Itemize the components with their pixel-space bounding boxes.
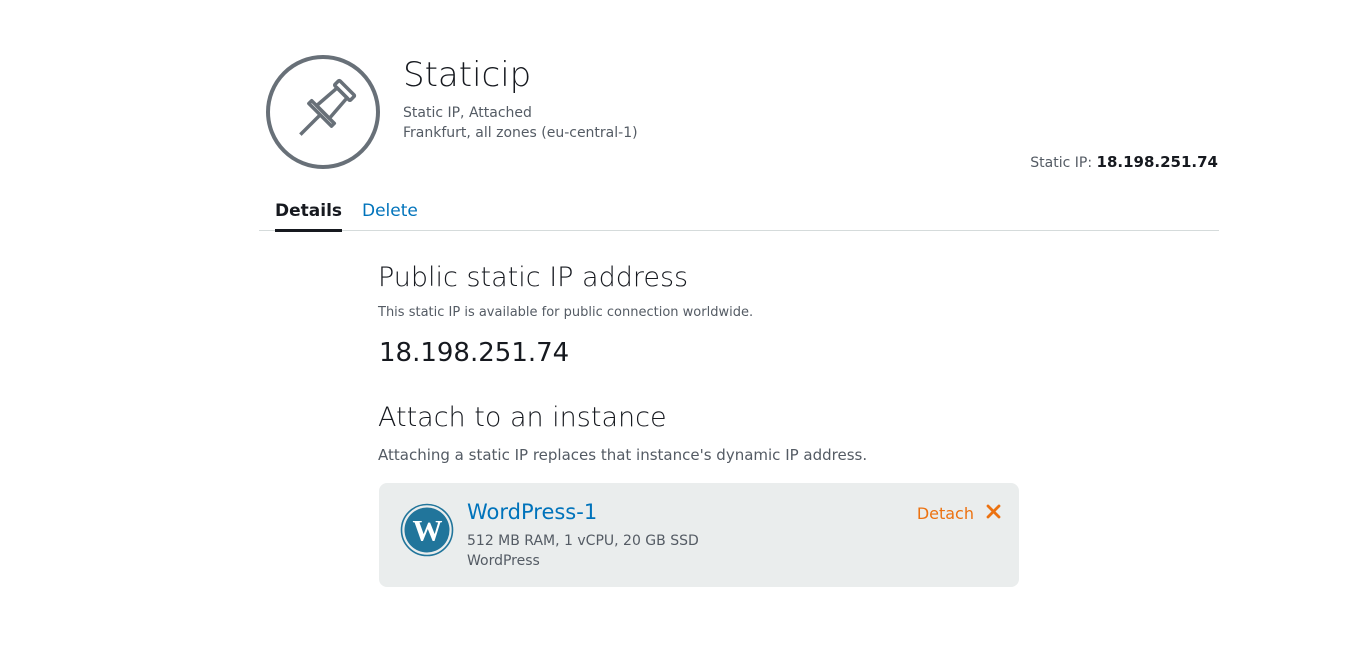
attach-description: Attaching a static IP replaces that inst… — [378, 446, 868, 464]
public-ip-heading: Public static IP address — [378, 262, 689, 293]
wordpress-icon: W — [400, 503, 454, 557]
public-ip-address: 18.198.251.74 — [379, 338, 570, 368]
static-ip-value: 18.198.251.74 — [1096, 153, 1218, 171]
pushpin-icon — [266, 55, 380, 169]
public-ip-description: This static IP is available for public c… — [378, 305, 754, 320]
instance-blueprint: WordPress — [467, 553, 540, 569]
tab-details[interactable]: Details — [275, 201, 343, 232]
static-ip-label: Static IP: — [1030, 155, 1093, 171]
close-icon — [986, 504, 1001, 523]
resource-type-status: Static IP, Attached — [403, 105, 532, 121]
page: Staticip Static IP, Attached Frankfurt, … — [0, 0, 1357, 663]
tab-delete[interactable]: Delete — [362, 201, 418, 221]
attach-heading: Attach to an instance — [378, 402, 667, 433]
resource-location: Frankfurt, all zones (eu-central-1) — [403, 125, 638, 141]
svg-text:W: W — [413, 515, 443, 548]
instance-specs: 512 MB RAM, 1 vCPU, 20 GB SSD — [467, 533, 699, 549]
detach-label: Detach — [916, 503, 974, 523]
page-title: Staticip — [403, 55, 532, 95]
instance-name-link[interactable]: WordPress-1 — [467, 500, 597, 524]
static-ip-summary: Static IP: 18.198.251.74 — [1030, 153, 1218, 171]
detach-button[interactable]: Detach — [917, 502, 1001, 524]
attached-instance-card: W WordPress-1 512 MB RAM, 1 vCPU, 20 GB … — [379, 483, 1019, 587]
tab-bar: Details Delete — [259, 196, 1219, 232]
